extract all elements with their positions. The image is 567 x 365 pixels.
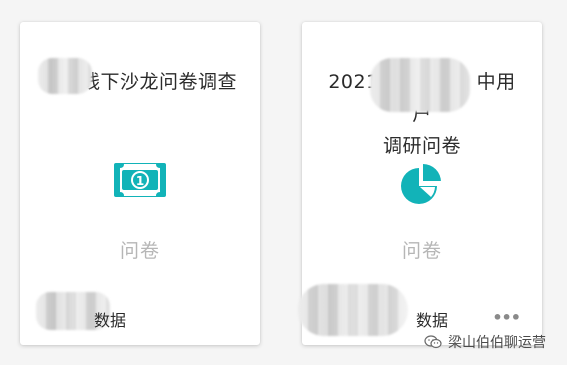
card-type-label: 问卷 [119, 240, 160, 262]
card-type-label: 问卷 [401, 240, 442, 262]
data-link[interactable]: 数据 [94, 307, 126, 331]
pie-chart-icon [398, 162, 446, 210]
questionnaire-card[interactable]: 2021 中用户 调研问卷 问卷 数据 ••• [298, 22, 542, 345]
more-options-button[interactable]: ••• [492, 308, 521, 327]
redacted-blur [38, 58, 92, 94]
data-link[interactable]: 数据 [416, 307, 448, 331]
wechat-icon [424, 335, 442, 349]
questionnaire-card[interactable]: 线下沙龙问卷调查 1 问卷 数据 [20, 22, 260, 345]
svg-text:1: 1 [136, 174, 144, 188]
redacted-blur [298, 284, 408, 336]
watermark-text: 梁山伯伯聊运营 [448, 335, 546, 351]
redacted-blur [370, 58, 470, 112]
watermark: 梁山伯伯聊运营 [424, 332, 546, 352]
money-bill-icon: 1 [113, 162, 167, 202]
